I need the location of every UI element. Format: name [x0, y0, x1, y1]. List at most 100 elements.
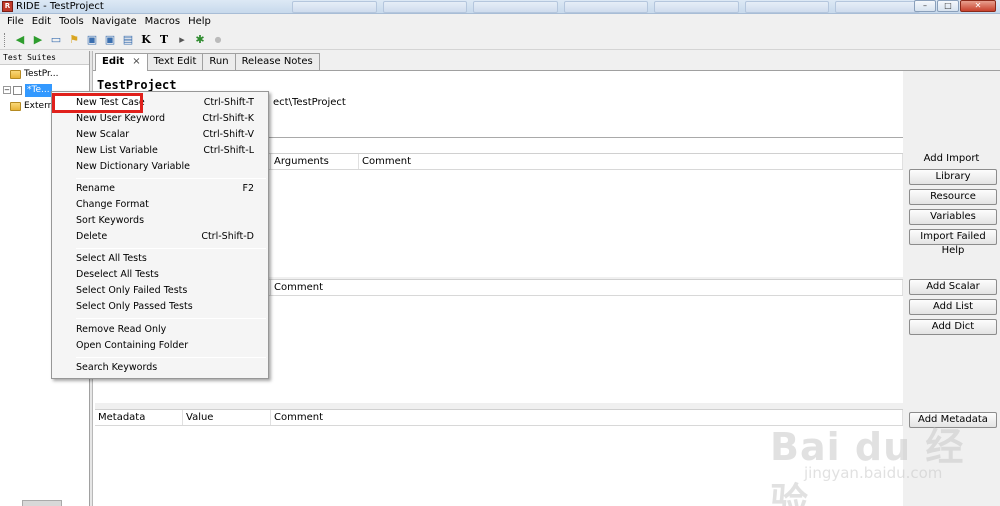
maximize-button[interactable]: □ — [937, 0, 959, 12]
open-folder-icon[interactable]: ▭ — [48, 32, 64, 48]
tree-scrollbar[interactable] — [22, 500, 62, 506]
menu-item-new-user-keyword[interactable]: New User Keyword Ctrl-Shift-K — [54, 111, 266, 127]
add-dict-button[interactable]: Add Dict — [909, 319, 997, 335]
menu-item-label: Change Format — [76, 199, 149, 210]
close-button[interactable]: ✕ — [960, 0, 996, 12]
window-title: RIDE - TestProject — [16, 1, 104, 12]
stop-icon[interactable]: ● — [210, 32, 226, 48]
folder-icon — [10, 101, 21, 111]
menu-item-label: Open Containing Folder — [76, 340, 189, 351]
tree-item-label: Extern — [24, 101, 54, 111]
save-icon[interactable]: ▣ — [84, 32, 100, 48]
ghost-tab — [473, 1, 558, 13]
menu-separator — [76, 178, 266, 179]
minimize-button[interactable]: – — [914, 0, 936, 12]
menu-item-search-keywords[interactable]: Search Keywords — [54, 360, 266, 376]
run-icon[interactable]: ▸ — [174, 32, 190, 48]
menu-item-new-scalar[interactable]: New Scalar Ctrl-Shift-V — [54, 127, 266, 143]
menu-macros[interactable]: Macros — [141, 14, 184, 30]
menu-item-label: New Scalar — [76, 129, 130, 140]
toolbar-grip[interactable] — [4, 32, 7, 47]
menu-item-label: Delete — [76, 231, 108, 242]
menu-item-new-list-variable[interactable]: New List Variable Ctrl-Shift-L — [54, 143, 266, 159]
header-cell-comment: Comment — [359, 154, 903, 169]
menu-edit[interactable]: Edit — [28, 14, 55, 30]
close-tab-icon[interactable]: × — [132, 56, 140, 67]
menu-file[interactable]: File — [3, 14, 28, 30]
ghost-tab — [744, 1, 830, 13]
forward-arrow-icon[interactable]: ▶ — [30, 32, 46, 48]
menu-item-deselect-all-tests[interactable]: Deselect All Tests — [54, 267, 266, 283]
ghost-tab — [292, 1, 377, 13]
tree-item-external-resources[interactable]: Extern — [10, 99, 53, 113]
menu-item-delete[interactable]: Delete Ctrl-Shift-D — [54, 229, 266, 245]
header-cell-arguments: Arguments — [271, 154, 359, 169]
tab-edit[interactable]: Edit × — [95, 53, 148, 71]
import-failed-help-button[interactable]: Import Failed Help — [909, 229, 997, 256]
menu-item-new-test-case[interactable]: New Test Case — [52, 93, 145, 113]
menu-item-new-dictionary-variable[interactable]: New Dictionary Variable — [54, 159, 266, 175]
bug-icon[interactable]: ✱ — [192, 32, 208, 48]
tree-item-root[interactable]: TestPr... — [10, 67, 58, 81]
ghost-tab — [835, 1, 921, 13]
suite-checkbox[interactable] — [13, 85, 22, 95]
menu-item-label: Select Only Failed Tests — [76, 285, 188, 296]
open-dir-icon[interactable]: ⚑ — [66, 32, 82, 48]
menu-item-rename[interactable]: Rename F2 — [54, 181, 266, 197]
menu-item-label: Select All Tests — [76, 253, 147, 264]
ghost-tab — [654, 1, 739, 13]
shortcut-label: F2 — [242, 183, 254, 194]
resource-button[interactable]: Resource — [909, 189, 997, 205]
folder-icon — [10, 69, 21, 79]
title-bar: R RIDE - TestProject – □ ✕ — [0, 0, 1000, 14]
header-cell-comment: Comment — [271, 280, 903, 295]
tree-item-selected-suite[interactable]: − *Te... — [3, 83, 52, 97]
save-all-icon[interactable]: ▣ — [102, 32, 118, 48]
tab-release-notes[interactable]: Release Notes — [234, 53, 320, 70]
shortcut-label: Ctrl-Shift-L — [203, 145, 254, 156]
window-controls: – □ ✕ — [914, 0, 996, 12]
header-cell-value: Value — [183, 410, 271, 425]
menu-item-select-all-tests[interactable]: Select All Tests — [54, 251, 266, 267]
back-arrow-icon[interactable]: ◀ — [12, 32, 28, 48]
shortcut-label: Ctrl-Shift-T — [203, 97, 254, 108]
menu-item-label: Deselect All Tests — [76, 269, 159, 280]
suite-title: TestProject — [97, 78, 177, 92]
menu-item-remove-read-only[interactable]: Remove Read Only — [54, 322, 266, 338]
collapse-icon[interactable]: − — [3, 86, 11, 94]
menu-help[interactable]: Help — [184, 14, 215, 30]
keyword-search-icon[interactable]: K — [138, 32, 154, 48]
menu-item-sort-keywords[interactable]: Sort Keywords — [54, 213, 266, 229]
add-list-button[interactable]: Add List — [909, 299, 997, 315]
header-cell-metadata: Metadata — [95, 410, 183, 425]
shortcut-label: Ctrl-Shift-V — [202, 129, 254, 140]
shortcut-label: Ctrl-Shift-D — [201, 231, 254, 242]
tab-run[interactable]: Run — [202, 53, 236, 70]
menu-item-label: Select Only Passed Tests — [76, 301, 193, 312]
watermark-url: jingyan.baidu.com — [804, 464, 943, 482]
tree-item-label: *Te... — [25, 83, 52, 97]
background-window-tabs — [292, 1, 921, 13]
menu-item-open-containing-folder[interactable]: Open Containing Folder — [54, 338, 266, 354]
tab-label: Edit — [102, 56, 125, 67]
menu-navigate[interactable]: Navigate — [88, 14, 141, 30]
suite-source-path: ect\TestProject — [273, 97, 346, 108]
ghost-tab — [382, 1, 468, 13]
library-button[interactable]: Library — [909, 169, 997, 185]
tree-header: Test Suites — [0, 51, 89, 65]
menu-item-select-only-failed-tests[interactable]: Select Only Failed Tests — [54, 283, 266, 299]
variables-button[interactable]: Variables — [909, 209, 997, 225]
ride-app-icon: R — [2, 1, 13, 12]
menu-item-label: New Test Case — [76, 97, 145, 108]
tab-text-edit[interactable]: Text Edit — [146, 53, 204, 70]
menu-item-select-only-passed-tests[interactable]: Select Only Passed Tests — [54, 299, 266, 315]
menu-separator — [76, 248, 266, 249]
copy-icon[interactable]: ▤ — [120, 32, 136, 48]
add-scalar-button[interactable]: Add Scalar — [909, 279, 997, 295]
menu-item-change-format[interactable]: Change Format — [54, 197, 266, 213]
watermark-logo-text: Bai du 经验 — [770, 425, 965, 506]
context-menu: New Test Case Ctrl-Shift-T New User Keyw… — [51, 91, 269, 379]
test-search-icon[interactable]: T — [156, 32, 172, 48]
menu-item-label: New User Keyword — [76, 113, 165, 124]
menu-tools[interactable]: Tools — [55, 14, 88, 30]
